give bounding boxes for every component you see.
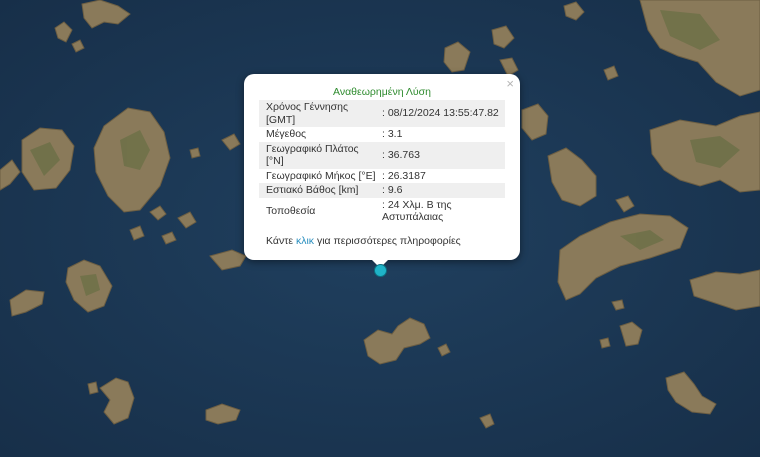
earthquake-marker[interactable] [374,264,387,277]
detail-label: Μέγεθος [266,128,307,140]
detail-value: : 26.3187 [382,169,426,182]
earthquake-details-table: Χρόνος Γέννησης [GMT]: 08/12/2024 13:55:… [259,100,505,225]
detail-row: Γεωγραφικό Μήκος [°E] : 26.3187 [259,169,505,184]
detail-label: Γεωγραφικό Πλάτος [°N] [259,141,380,169]
detail-label: Χρόνος Γέννησης [GMT] [259,100,380,127]
detail-label: Εστιακό Βάθος [km] [259,183,380,198]
detail-label: Τοποθεσία [266,204,316,217]
more-info-link[interactable]: κλικ [296,235,314,247]
popup-title: Αναθεωρημένη Λύση [333,86,431,98]
detail-row: Χρόνος Γέννησης [GMT]: 08/12/2024 13:55:… [259,100,505,127]
detail-value: : 08/12/2024 13:55:47.82 [380,100,505,127]
detail-label: Γεωγραφικό Μήκος [°E] [266,169,376,182]
detail-row: Μέγεθος : 3.1 [259,127,505,142]
detail-value: : 3.1 [382,128,403,140]
map-view[interactable]: × Αναθεωρημένη Λύση Χρόνος Γέννησης [GMT… [0,0,760,457]
detail-row: Τοποθεσία : 24 Χλμ. Β της Αστυπάλαιας [259,198,505,225]
more-info-suffix: για περισσότερες πληροφορίες [314,235,461,247]
detail-value: : 9.6 [380,183,505,198]
detail-row: Εστιακό Βάθος [km]: 9.6 [259,183,505,198]
detail-row: Γεωγραφικό Πλάτος [°N]: 36.763 [259,141,505,169]
earthquake-popup: × Αναθεωρημένη Λύση Χρόνος Γέννησης [GMT… [244,74,520,268]
detail-value: : 36.763 [380,141,505,169]
more-info-prefix: Κάντε [266,235,296,247]
detail-value: : 24 Χλμ. Β της Αστυπάλαιας [382,198,452,224]
more-info-text: Κάντε κλικ για περισσότερες πληροφορίες [266,235,461,247]
